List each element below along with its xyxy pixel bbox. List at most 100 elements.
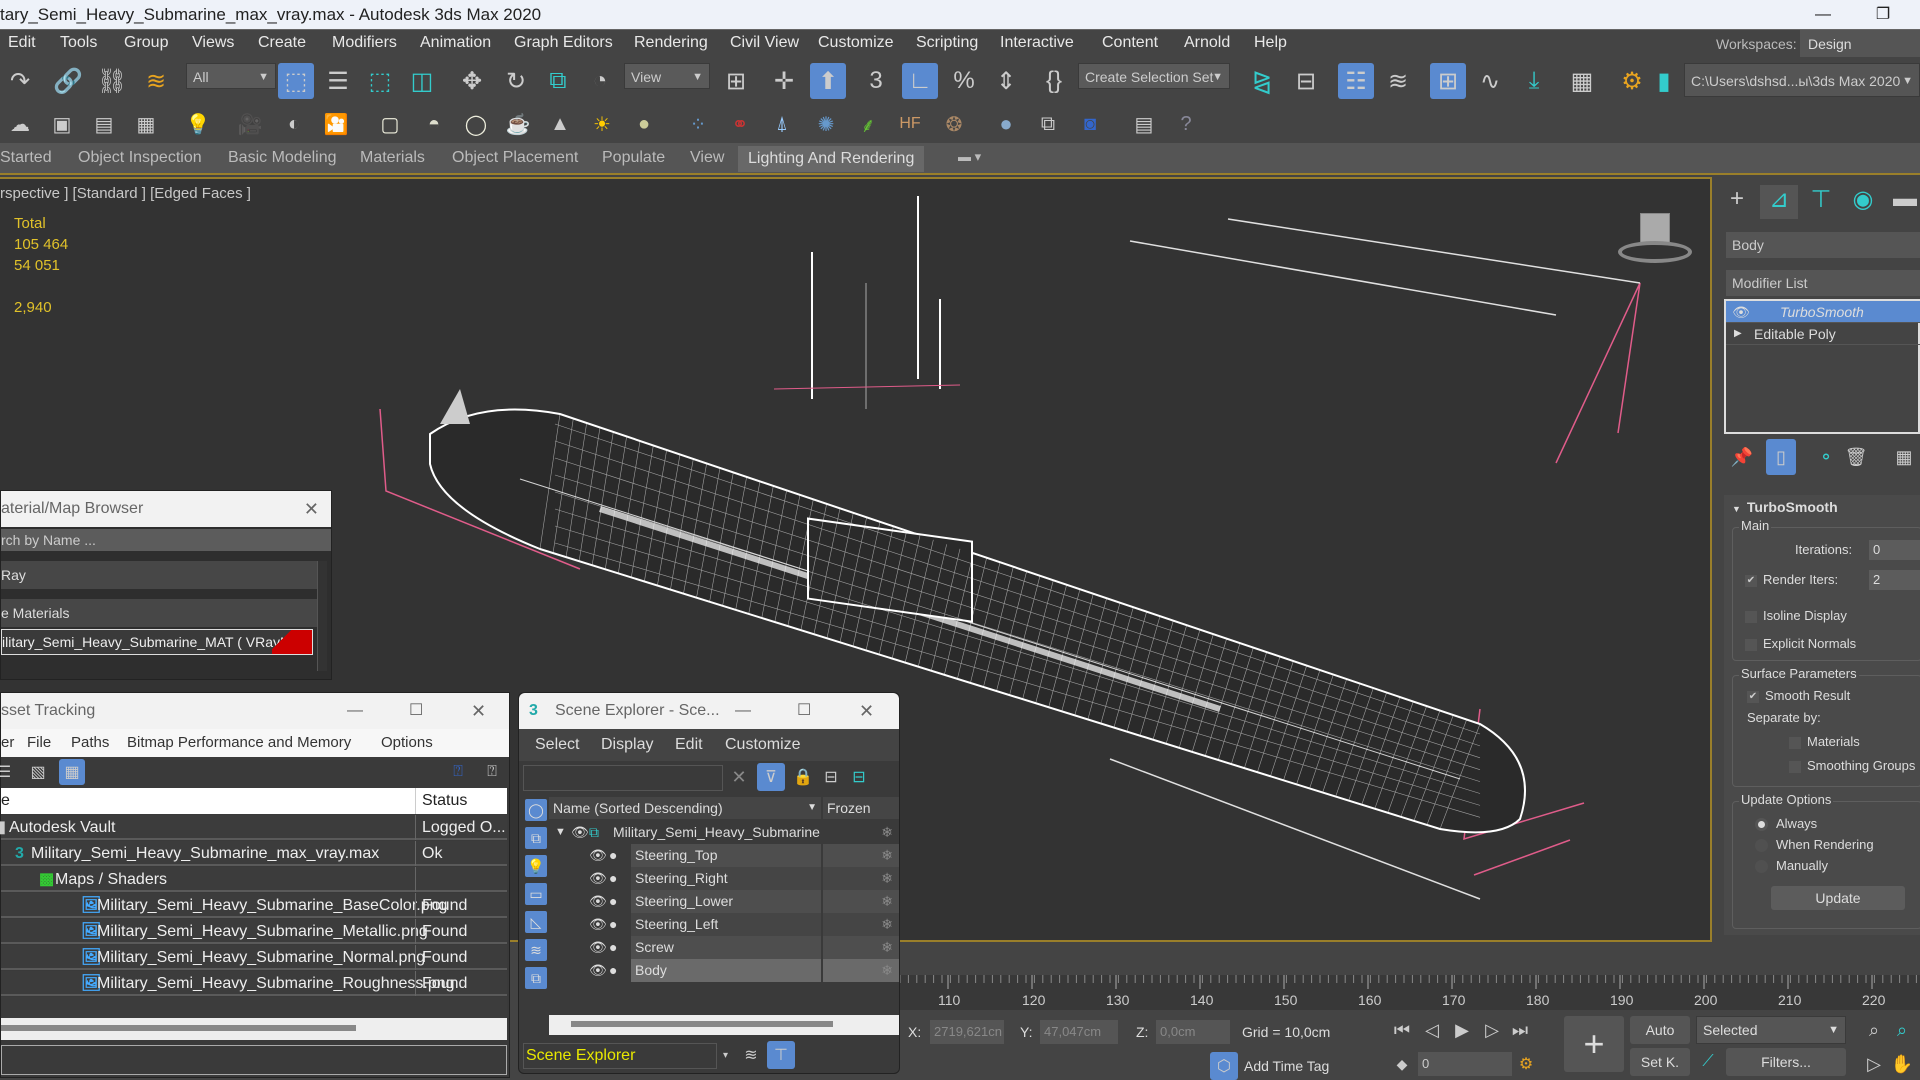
go-to-start-icon[interactable]: ⏮	[1388, 1016, 1416, 1044]
render-iters-spinner[interactable]: 2	[1869, 570, 1920, 590]
maximize-icon[interactable]: ☐	[797, 693, 811, 729]
set-key-button[interactable]: Set K.	[1630, 1048, 1690, 1076]
ribbon-tab-lighting-rendering[interactable]: Lighting And Rendering	[738, 146, 925, 172]
scene-object-row[interactable]: 👁 ● Steering_Top ❄	[549, 844, 899, 867]
field-of-view-icon[interactable]: ▷	[1860, 1050, 1888, 1078]
freeze-icon[interactable]: ❄	[823, 890, 899, 913]
ornatrix-icon[interactable]: ❂	[936, 106, 972, 142]
workspace-select[interactable]: Design Standard	[1800, 30, 1920, 80]
menu-help[interactable]: Help	[1254, 34, 1287, 52]
zoom-icon[interactable]: ⌕	[1860, 1016, 1888, 1044]
explicit-normals-checkbox[interactable]: Explicit Normals	[1745, 636, 1856, 651]
edit-named-selection-icon[interactable]: {}	[1036, 63, 1072, 99]
help-query-icon[interactable]: ⍰	[445, 759, 471, 785]
help-icon[interactable]: ⍰	[479, 759, 505, 785]
help-icon[interactable]: ?	[1168, 106, 1204, 142]
physical-camera-icon[interactable]: 🎦	[318, 106, 354, 142]
pin-stack-icon[interactable]: 📌	[1724, 439, 1760, 475]
move-icon[interactable]: ✥	[454, 63, 490, 99]
lights-filter-icon[interactable]: 💡	[525, 855, 547, 877]
redo-icon[interactable]: ↷	[2, 63, 38, 99]
menu-server[interactable]: er	[1, 729, 14, 757]
menu-paths[interactable]: Paths	[71, 729, 109, 757]
asset-tracking-titlebar[interactable]: sset Tracking — ☐ ✕	[1, 693, 509, 729]
panel-icon[interactable]: ▤	[86, 106, 122, 142]
key-filter-dropdown[interactable]: Selected ▼	[1696, 1016, 1846, 1044]
scene-explorer-toggle-icon[interactable]: ☷	[1338, 63, 1374, 99]
cameras-filter-icon[interactable]: ▭	[525, 883, 547, 905]
default-in-out-tangents-icon[interactable]: ⟋	[1694, 1048, 1722, 1076]
materials-checkbox[interactable]: Materials	[1789, 734, 1860, 749]
menu-modifiers[interactable]: Modifiers	[332, 34, 397, 52]
batch-render-icon[interactable]: ▤	[1126, 106, 1162, 142]
bind-spacewarp-icon[interactable]: ≋	[138, 63, 174, 99]
menu-file[interactable]: File	[27, 729, 51, 757]
close-icon[interactable]: ✕	[304, 491, 319, 527]
layer-explorer-icon[interactable]: ≋	[1380, 63, 1416, 99]
table-view-icon[interactable]: ▦	[59, 759, 85, 785]
column-name-header[interactable]: Name (Sorted Descending) ▼	[549, 797, 821, 819]
isoline-display-checkbox[interactable]: Isoline Display	[1745, 608, 1847, 623]
auto-key-button[interactable]: Auto	[1630, 1016, 1690, 1044]
keyboard-shortcut-override-icon[interactable]: ⬆	[810, 63, 846, 99]
remove-modifier-icon[interactable]: 🗑	[1838, 439, 1874, 475]
vray-scatter-icon[interactable]: ✺	[808, 106, 844, 142]
stack-item-editable-poly[interactable]: ▶ Editable Poly	[1726, 323, 1920, 345]
x-coordinate-field[interactable]: 2719,621cn	[930, 1020, 1004, 1044]
render-iters-checkbox[interactable]: ✔ Render Iters:	[1745, 572, 1838, 587]
close-icon[interactable]: ✕	[859, 693, 874, 729]
ies-light-icon[interactable]: ▲	[542, 106, 578, 142]
grass-icon[interactable]: ⸙	[850, 106, 886, 142]
sync-selection-icon[interactable]: ⊟	[845, 763, 873, 791]
expand-arrow-icon[interactable]: ▶	[1734, 323, 1742, 345]
timeline-track[interactable]: 110 120 130 140 150 160 170 180 190 200 210 220	[900, 975, 1920, 1010]
restore-button[interactable]: ❐	[1860, 0, 1906, 29]
asset-row[interactable]: 🖼 Military_Semi_Heavy_Submarine_Normal.pn…	[1, 945, 507, 970]
menu-display[interactable]: Display	[601, 729, 653, 761]
scene-object-row[interactable]: 👁 ● Screw ❄	[549, 936, 899, 959]
hair-fur-icon[interactable]: HF	[892, 106, 928, 142]
window-crossing-icon[interactable]: ◫	[404, 63, 440, 99]
hierarchy-view-icon[interactable]: ⊤	[767, 1041, 795, 1069]
menu-tools[interactable]: Tools	[60, 34, 97, 52]
light-lister-icon[interactable]: 💡	[180, 106, 216, 142]
menu-scripting[interactable]: Scripting	[916, 34, 978, 52]
geometry-filter-icon[interactable]: ◯	[525, 799, 547, 821]
groups-filter-icon[interactable]: ⧉	[525, 967, 547, 989]
time-configuration-icon[interactable]: ⚙	[1514, 1050, 1538, 1078]
freeze-icon[interactable]: ❄	[823, 959, 899, 982]
clear-search-icon[interactable]: ✕	[725, 763, 753, 791]
vray-frame-buffer-icon[interactable]: ◙	[1072, 106, 1108, 142]
previous-frame-icon[interactable]: ◁	[1418, 1016, 1446, 1044]
asset-row[interactable]: 3 Military_Semi_Heavy_Submarine_max_vray.…	[1, 841, 507, 866]
always-radio[interactable]: Always	[1755, 816, 1817, 832]
scene-object-row[interactable]: 👁 ● Steering_Right ❄	[549, 867, 899, 890]
asset-horizontal-scrollbar[interactable]	[1, 1018, 507, 1040]
maximize-icon[interactable]: ☐	[409, 693, 423, 729]
freeze-icon[interactable]: ❄	[823, 844, 899, 867]
shapes-filter-icon[interactable]: ⧉	[525, 827, 547, 849]
column-name-header[interactable]: e	[1, 792, 10, 809]
hierarchy-tab-icon[interactable]: ⊤	[1802, 185, 1840, 219]
modifier-list-dropdown[interactable]: Modifier List	[1726, 270, 1920, 296]
minimize-button[interactable]: —	[1800, 0, 1846, 29]
lock-icon[interactable]: 🔒	[789, 763, 817, 791]
ribbon-tab-started[interactable]: Started	[0, 149, 52, 167]
key-filters-button[interactable]: Filters...	[1726, 1048, 1846, 1076]
z-coordinate-field[interactable]: 0,0cm	[1156, 1020, 1230, 1044]
ribbon-tab-basic-modeling[interactable]: Basic Modeling	[228, 149, 337, 167]
manually-radio[interactable]: Manually	[1755, 858, 1828, 874]
eye-icon[interactable]: 👁	[589, 890, 607, 913]
expand-arrow-icon[interactable]: ▼	[555, 821, 566, 844]
scene-explorer-titlebar[interactable]: 3 Scene Explorer - Sce... — ☐ ✕	[519, 693, 899, 729]
eye-icon[interactable]: 👁	[589, 936, 607, 959]
dome-light-icon[interactable]: ◓	[416, 106, 452, 142]
viewcube[interactable]	[1614, 213, 1694, 269]
ambient-light-icon[interactable]: ●	[626, 106, 662, 142]
menu-bitmap-performance[interactable]: Bitmap Performance and Memory	[127, 729, 351, 757]
menu-rendering[interactable]: Rendering	[634, 34, 708, 52]
smoothing-groups-checkbox[interactable]: Smoothing Groups	[1789, 758, 1915, 773]
freeze-icon[interactable]: ❄	[881, 821, 893, 844]
eye-icon[interactable]: 👁	[589, 913, 607, 936]
dome-camera-icon[interactable]: ◐	[276, 106, 312, 142]
